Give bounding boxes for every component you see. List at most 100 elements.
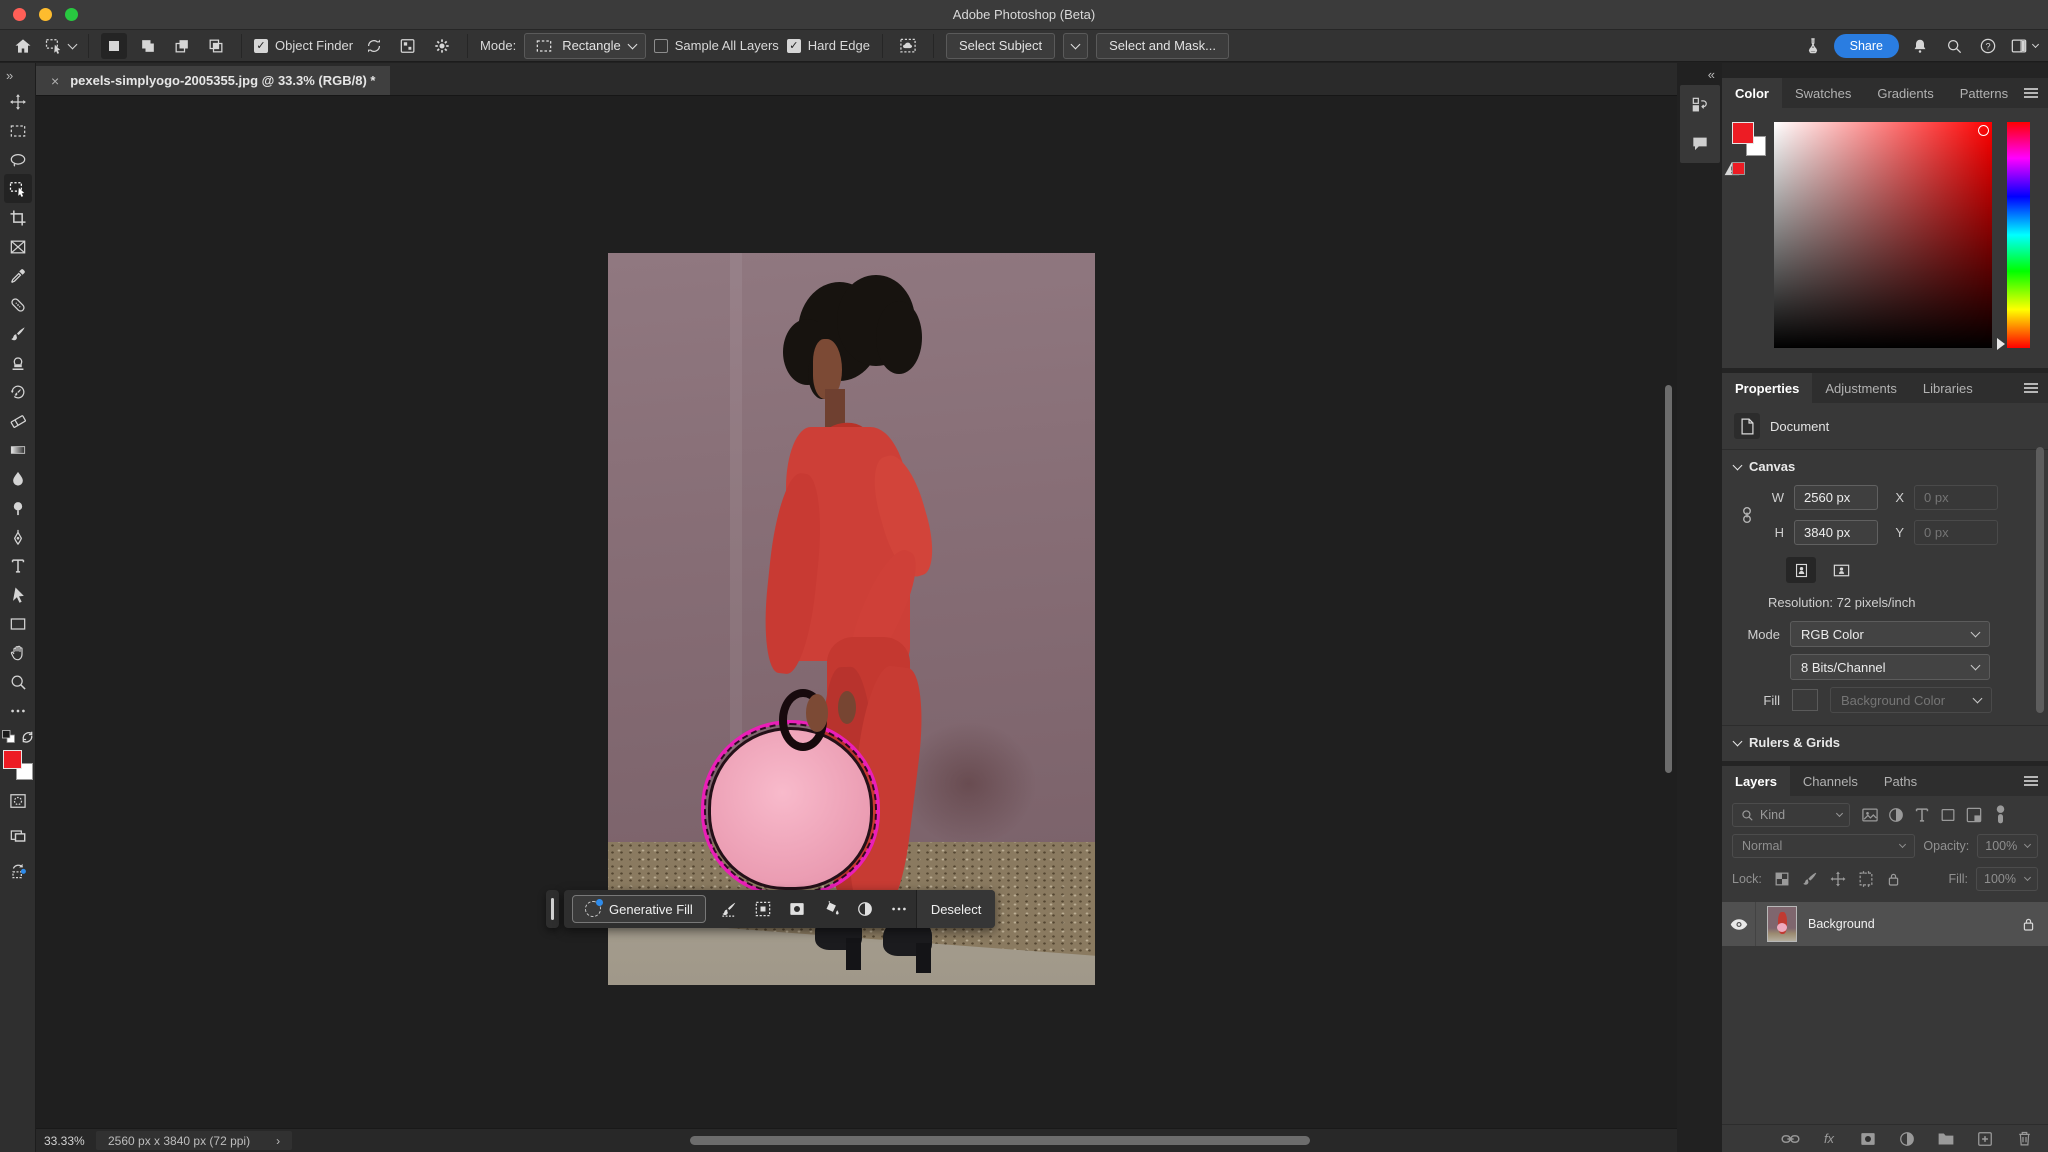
comments-panel-icon[interactable] xyxy=(1690,133,1710,153)
rectangle-tool[interactable] xyxy=(4,609,32,638)
hue-slider-arrow-icon[interactable] xyxy=(1997,338,2005,350)
search-button[interactable] xyxy=(1941,33,1967,59)
share-button[interactable]: Share xyxy=(1834,34,1899,58)
more-options-button[interactable] xyxy=(882,895,916,923)
document-info[interactable]: 2560 px x 3840 px (72 ppi) › xyxy=(96,1131,292,1150)
rectangular-marquee-tool[interactable] xyxy=(4,116,32,145)
link-dimensions-icon[interactable] xyxy=(1740,506,1754,524)
color-mode-dropdown[interactable]: RGB Color xyxy=(1790,621,1990,647)
opacity-field[interactable]: 100% xyxy=(1977,834,2038,858)
new-selection-button[interactable] xyxy=(101,33,127,59)
tab-swatches[interactable]: Swatches xyxy=(1782,78,1864,108)
new-adjustment-layer-icon[interactable] xyxy=(1895,1128,1919,1150)
lasso-tool[interactable] xyxy=(4,145,32,174)
document-tab[interactable]: × pexels-simplyogo-2005355.jpg @ 33.3% (… xyxy=(36,66,390,95)
beta-features-button[interactable] xyxy=(1800,33,1826,59)
fill-field[interactable]: 100% xyxy=(1976,867,2038,891)
panel-scrollbar[interactable] xyxy=(2036,447,2044,713)
foreground-color-swatch[interactable] xyxy=(1732,122,1754,144)
tab-layers[interactable]: Layers xyxy=(1722,766,1790,796)
swap-colors-icon[interactable] xyxy=(20,730,35,744)
filter-adjustment-icon[interactable] xyxy=(1884,804,1908,826)
help-button[interactable]: ? xyxy=(1975,33,2001,59)
zoom-level-field[interactable]: 33.33% xyxy=(44,1134,96,1148)
canvas-section-header[interactable]: Canvas xyxy=(1722,450,2048,483)
show-all-objects-button[interactable] xyxy=(395,33,421,59)
mode-dropdown[interactable]: Rectangle xyxy=(524,33,646,59)
tab-channels[interactable]: Channels xyxy=(1790,766,1871,796)
tab-color[interactable]: Color xyxy=(1722,78,1782,108)
type-tool[interactable] xyxy=(4,551,32,580)
panel-menu-button[interactable] xyxy=(2023,766,2048,796)
healing-brush-tool[interactable] xyxy=(4,290,32,319)
layer-thumbnail[interactable] xyxy=(1767,906,1797,942)
horizontal-scrollbar[interactable] xyxy=(690,1136,1310,1145)
pen-tool[interactable] xyxy=(4,522,32,551)
layer-filter-dropdown[interactable]: Kind xyxy=(1732,803,1850,827)
clone-stamp-tool[interactable] xyxy=(4,348,32,377)
tab-gradients[interactable]: Gradients xyxy=(1864,78,1946,108)
notifications-button[interactable] xyxy=(1907,33,1933,59)
panel-menu-button[interactable] xyxy=(2023,373,2048,403)
width-field[interactable]: 2560 px xyxy=(1794,485,1878,510)
panel-menu-button[interactable] xyxy=(2023,78,2048,108)
select-subject-button[interactable]: Select Subject xyxy=(946,33,1055,59)
hard-edge-checkbox[interactable]: ✓ Hard Edge xyxy=(787,38,870,53)
canvas-fill-swatch[interactable] xyxy=(1792,689,1818,711)
hand-tool[interactable] xyxy=(4,638,32,667)
tab-adjustments[interactable]: Adjustments xyxy=(1812,373,1910,403)
layer-visibility-toggle[interactable] xyxy=(1722,902,1756,946)
brush-tool[interactable] xyxy=(4,319,32,348)
color-picker-ring-icon[interactable] xyxy=(1978,125,1989,136)
workspace-button[interactable] xyxy=(2009,33,2038,59)
bit-depth-dropdown[interactable]: 8 Bits/Channel xyxy=(1790,654,1990,680)
history-brush-tool[interactable] xyxy=(4,377,32,406)
edit-toolbar-button[interactable] xyxy=(4,696,32,725)
path-selection-tool[interactable] xyxy=(4,580,32,609)
tool-preset-button[interactable] xyxy=(44,33,76,59)
tab-libraries[interactable]: Libraries xyxy=(1910,373,1986,403)
filter-type-icon[interactable] xyxy=(1910,804,1934,826)
foreground-color-swatch[interactable] xyxy=(3,750,22,769)
blend-mode-dropdown[interactable]: Normal xyxy=(1732,834,1915,858)
sample-all-layers-checkbox[interactable]: Sample All Layers xyxy=(654,38,779,53)
filter-toggle-switch[interactable] xyxy=(1988,804,2012,826)
height-field[interactable]: 3840 px xyxy=(1794,520,1878,545)
generative-fill-button[interactable]: Generative Fill xyxy=(572,895,706,923)
add-layer-mask-icon[interactable] xyxy=(1856,1128,1880,1150)
layer-effects-icon[interactable]: fx xyxy=(1817,1128,1841,1150)
taskbar-drag-handle[interactable] xyxy=(546,890,559,928)
filter-smart-object-icon[interactable] xyxy=(1962,804,1986,826)
saturation-brightness-field[interactable] xyxy=(1774,122,1992,348)
rulers-grids-section-header[interactable]: Rulers & Grids xyxy=(1722,726,2048,759)
tab-paths[interactable]: Paths xyxy=(1871,766,1930,796)
selected-bag[interactable] xyxy=(708,727,874,890)
intersect-selection-button[interactable] xyxy=(203,33,229,59)
object-selection-tool[interactable] xyxy=(4,174,32,203)
home-button[interactable] xyxy=(10,33,36,59)
layer-row-background[interactable]: Background xyxy=(1722,902,2048,946)
lock-position-icon[interactable] xyxy=(1826,868,1850,890)
object-finder-checkbox[interactable]: ✓ Object Finder xyxy=(254,38,353,53)
adjustment-button[interactable] xyxy=(848,895,882,923)
quick-mask-button[interactable] xyxy=(4,786,32,815)
tab-properties[interactable]: Properties xyxy=(1722,373,1812,403)
hue-slider[interactable] xyxy=(2007,122,2030,348)
lock-artboard-icon[interactable] xyxy=(1854,868,1878,890)
vertical-scrollbar[interactable] xyxy=(1665,385,1672,773)
collapse-panels-button[interactable]: « xyxy=(1677,63,1722,85)
selection-feedback-button[interactable] xyxy=(895,33,921,59)
filter-shape-icon[interactable] xyxy=(1936,804,1960,826)
lock-all-icon[interactable] xyxy=(1882,868,1906,890)
eraser-tool[interactable] xyxy=(4,406,32,435)
select-and-mask-button[interactable]: Select and Mask... xyxy=(1096,33,1229,59)
refresh-object-finder-button[interactable] xyxy=(361,33,387,59)
transform-selection-button[interactable] xyxy=(746,895,780,923)
gradient-tool[interactable] xyxy=(4,435,32,464)
blur-tool[interactable] xyxy=(4,464,32,493)
layer-lock-badge[interactable] xyxy=(2022,917,2035,932)
screen-mode-button[interactable] xyxy=(4,821,32,850)
tab-patterns[interactable]: Patterns xyxy=(1947,78,2021,108)
filter-image-icon[interactable] xyxy=(1858,804,1882,826)
selection-brush-button[interactable] xyxy=(712,895,746,923)
